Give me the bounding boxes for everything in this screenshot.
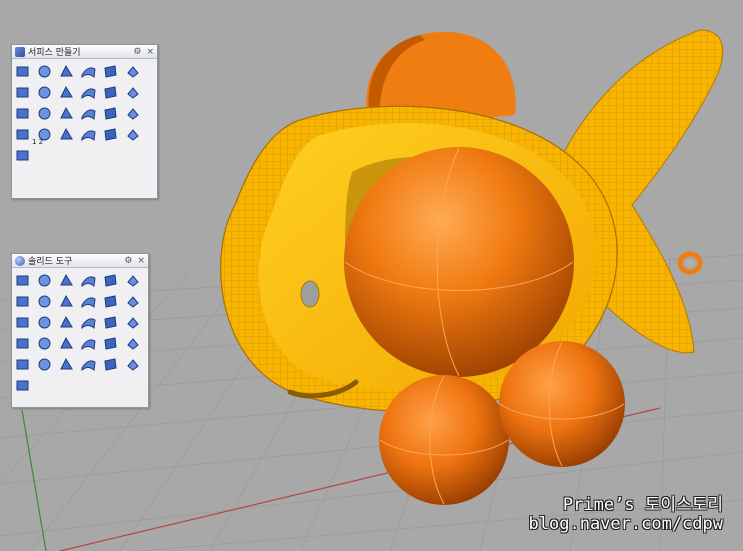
plane-icon[interactable]: [102, 126, 119, 143]
revolve-icon[interactable]: [14, 105, 31, 122]
cut-icon[interactable]: [36, 335, 53, 352]
watermark-line-1: Prime’s 토이스토리: [562, 495, 723, 515]
shear-icon[interactable]: [58, 335, 75, 352]
split-face-icon[interactable]: [102, 314, 119, 331]
wall-icon[interactable]: [14, 356, 31, 373]
pattern-icon[interactable]: [80, 356, 97, 373]
union-icon[interactable]: [14, 272, 31, 289]
close-icon[interactable]: ×: [146, 47, 154, 57]
sweep-blade-icon[interactable]: [14, 147, 31, 164]
difference-icon[interactable]: [36, 272, 53, 289]
bend-icon[interactable]: [36, 314, 53, 331]
solid-app-icon: [15, 255, 25, 266]
loft-icon[interactable]: [102, 63, 119, 80]
box-edge-icon[interactable]: [102, 272, 119, 289]
fillet-edge-icon[interactable]: [14, 293, 31, 310]
push-pull-icon[interactable]: [80, 314, 97, 331]
sweep2-icon[interactable]: [36, 84, 53, 101]
hole-icon[interactable]: [102, 335, 119, 352]
solid-panel-titlebar[interactable]: 솔리드 도구 ⚙ ×: [12, 254, 148, 268]
gear-icon[interactable]: ⚙: [124, 256, 132, 266]
mesh-grid-icon[interactable]: [124, 126, 141, 143]
offset-face-icon[interactable]: [14, 314, 31, 331]
pyramid-icon[interactable]: [80, 126, 97, 143]
heightfield-icon[interactable]: [124, 84, 141, 101]
network-icon[interactable]: [102, 84, 119, 101]
left-wheel-sphere[interactable]: [379, 375, 509, 505]
chamfer-icon[interactable]: [14, 335, 31, 352]
gear-icon[interactable]: ⚙: [133, 47, 141, 57]
solid-toolbar-panel[interactable]: 솔리드 도구 ⚙ ×: [11, 253, 149, 408]
close-icon[interactable]: ×: [137, 256, 145, 266]
column-icon[interactable]: [36, 356, 53, 373]
surface-app-icon: [15, 46, 25, 57]
eye-hole: [300, 280, 320, 308]
sweep1-icon[interactable]: [14, 84, 31, 101]
offset-icon[interactable]: [102, 105, 119, 122]
extrude-icon[interactable]: [124, 63, 141, 80]
sheet-icon[interactable]: [58, 105, 75, 122]
surface-panel-title: 서피스 만들기: [28, 48, 81, 58]
loft-twist-icon[interactable]: [36, 105, 53, 122]
intersect-icon[interactable]: [58, 272, 75, 289]
rail-revolve-icon[interactable]: [58, 84, 75, 101]
patch-icon[interactable]: [80, 63, 97, 80]
rotate-face-icon[interactable]: [80, 335, 97, 352]
solid-edit-icon[interactable]: [124, 335, 141, 352]
split-icon[interactable]: [80, 272, 97, 289]
explode-icon[interactable]: [80, 293, 97, 310]
pinch-icon[interactable]: [58, 126, 75, 143]
extrude-face-icon[interactable]: [102, 293, 119, 310]
solid-panel-title: 솔리드 도구: [28, 257, 73, 267]
watermark-line-2: blog.naver.com/cdpw: [528, 514, 723, 534]
rail-1-2-icon[interactable]: [14, 126, 31, 143]
move-face-icon[interactable]: [58, 314, 75, 331]
mortar-icon[interactable]: [58, 356, 75, 373]
move-edge-icon[interactable]: [124, 314, 141, 331]
array-icon[interactable]: [102, 356, 119, 373]
edge-curves-icon[interactable]: [36, 63, 53, 80]
surface-toolbar-panel[interactable]: 서피스 만들기 ⚙ × 1 2: [11, 44, 158, 199]
pipe-icon[interactable]: [124, 105, 141, 122]
cube-icon[interactable]: [124, 293, 141, 310]
corner-points-icon[interactable]: [14, 63, 31, 80]
shell-icon[interactable]: [36, 293, 53, 310]
right-wheel-sphere[interactable]: [499, 341, 625, 467]
blend-icon[interactable]: [80, 84, 97, 101]
surface-panel-titlebar[interactable]: 서피스 만들기 ⚙ ×: [12, 45, 157, 59]
remove-icon[interactable]: [124, 356, 141, 373]
planar-curves-icon[interactable]: [58, 63, 75, 80]
cone-icon[interactable]: [80, 105, 97, 122]
main-sphere[interactable]: [344, 147, 574, 377]
merge-icon[interactable]: [124, 272, 141, 289]
connect-icon[interactable]: [14, 377, 31, 394]
tool-sublabel: 1 2: [32, 138, 44, 146]
cap-icon[interactable]: [58, 293, 75, 310]
